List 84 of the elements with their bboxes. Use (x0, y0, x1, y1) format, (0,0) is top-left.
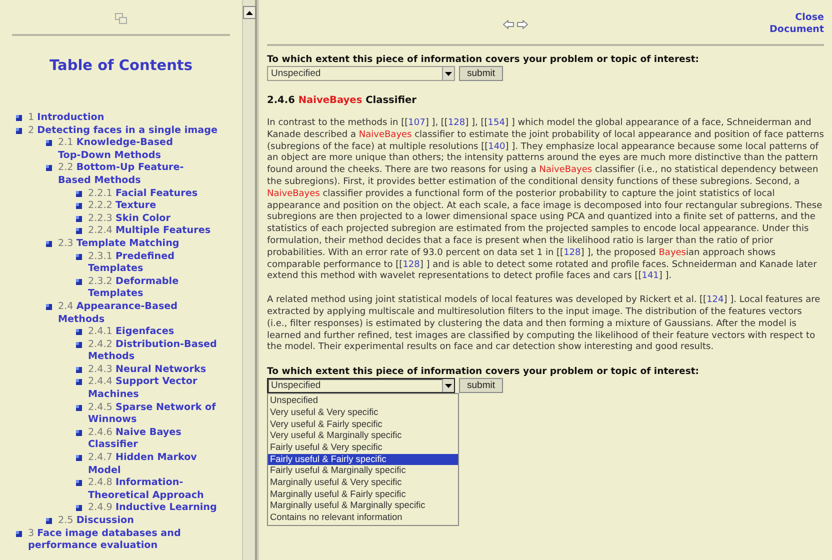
bullet-icon (16, 530, 22, 537)
caret-icon (445, 72, 452, 76)
bullet-icon (46, 240, 52, 247)
toc-title: Table of Contents (48, 58, 194, 74)
rating-select[interactable]: Unspecified (267, 66, 455, 81)
dropdown-option[interactable]: Marginally useful & Fairly specific (268, 488, 458, 500)
toc-link[interactable]: 2.3 Template Matching (58, 238, 180, 251)
bullet-icon (46, 304, 52, 310)
toc-link[interactable]: 2.5 Discussion (58, 515, 134, 528)
forward-arrow-icon[interactable] (517, 20, 528, 28)
bullet-icon (76, 228, 82, 234)
bullet-icon (76, 366, 82, 373)
reference-link[interactable]: 141 (642, 271, 659, 282)
toc-link[interactable]: 2.4.4 Support Vector Machines (88, 376, 226, 402)
toc-link[interactable]: 2.2.2 Texture (88, 200, 156, 213)
reference-link[interactable]: 124 (706, 295, 724, 306)
section-heading: 2.4.6 NaiveBayes Classifier (267, 95, 418, 106)
dropdown-option[interactable]: Unspecified (268, 395, 458, 407)
dropdown-option[interactable]: Contains no relevant information (268, 512, 458, 524)
scrollbar[interactable] (242, 0, 257, 560)
reference-link[interactable]: 140 (488, 142, 506, 152)
rating-select[interactable]: Unspecified (267, 378, 455, 394)
dropdown-option[interactable]: Very useful & Very specific (268, 406, 458, 419)
bullet-icon (76, 216, 82, 222)
reference-link[interactable]: 154 (488, 118, 505, 128)
reference-link[interactable]: 128 (564, 248, 581, 258)
toc-link[interactable]: 1 Introduction (28, 112, 104, 125)
toc-link[interactable]: 2.3.2 Deformable Templates (88, 276, 226, 301)
toc-link[interactable]: 2.2 Bottom-Up Feature-Based Methods (58, 162, 186, 188)
bullet-icon (76, 404, 82, 411)
bullet-icon (76, 254, 82, 260)
toc-link[interactable]: 2.4.6 Naive Bayes Classifier (88, 426, 226, 452)
toc-link[interactable]: 2.1 Knowledge-Based Top-Down Methods (58, 137, 186, 162)
dropdown-option[interactable]: Marginally useful & Very specific (268, 477, 458, 489)
bullet-icon (76, 190, 82, 197)
bullet-icon (46, 165, 52, 172)
bullet-icon (76, 342, 82, 348)
bullet-icon (16, 115, 22, 121)
reference-link[interactable]: 128 (448, 118, 466, 128)
bullet-icon (46, 140, 52, 146)
toc-link[interactable]: 2.4.1 Eigenfaces (88, 326, 174, 339)
bullet-icon (76, 455, 82, 462)
pages-icon (115, 12, 127, 24)
reference-link[interactable]: 128 (402, 260, 420, 270)
bullet-icon (76, 278, 82, 285)
dropdown-option[interactable]: Fairly useful & Fairly specific (268, 454, 458, 466)
up-arrow-icon (246, 10, 253, 14)
bullet-icon (16, 128, 22, 134)
scroll-up-button[interactable] (243, 6, 256, 19)
bullet-icon (76, 480, 82, 486)
caret-icon (445, 384, 452, 388)
toc-link[interactable]: 2.4.3 Neural Networks (88, 364, 206, 376)
close-document-link[interactable]: Close Document (764, 12, 824, 36)
rating-question: To which extent this piece of information covers your problem or topic of interest: (267, 54, 700, 66)
paragraph: In contrast to the methods in [[107] ], [[128] ], [[154] ] which model the global appearance of a face, Schneiderman and Kanade described a NaiveBayes classifier to estimate the joint probability of local appearance and position of face patterns (subregions of the face) at multiple resolutions [[140] ]. They emphasize local appearance because some local patterns of an object are more unique than others; the intensity patterns around the eyes are much more distinctive than the pattern found around the cheeks. There are two reasons for using a NaiveBayes classifier (i.e., no statistical dependency between the subregions). First, it provides better estimation of the conditional density functions of these subregions. Second, a NaiveBayes classifier provides a functional form of the posterior probability to capture the joint statistics of local appearance and position on the object. At each scale, a face image is decomposed into four rectangular subregions. These subregions are then projected to a lower dimensional space using PCA and quantized into a finite set of patterns, and the statistics of each projected subregion are estimated from the projected samples to encode local appearance. Under this formulation, their method decides that a face is present when the likelihood ratio is larger than the ratio of prior probabilities. With an error rate of 93.0 percent on data set 1 in [[128] ], the proposed Bayesian approach shows comparable performance to [[128] ] and is able to detect some rotated and profile faces. Schneiderman and Kanade later extend this method with wavelet representations to detect profile faces and cars [[141] ]. (267, 118, 824, 284)
toc-link[interactable]: 2.4 Appearance-Based Methods (58, 300, 186, 326)
dropdown-option[interactable]: Very useful & Marginally specific (268, 430, 458, 442)
back-arrow-icon[interactable] (503, 20, 514, 28)
bullet-icon (76, 379, 82, 386)
toc-link[interactable]: 2.2.4 Multiple Features (88, 225, 211, 238)
submit-button[interactable]: submit (459, 378, 503, 394)
toc-link[interactable]: 3 Face image databases and performance evaluation (28, 528, 230, 553)
submit-button[interactable]: submit (459, 66, 503, 81)
bullet-icon (76, 430, 82, 436)
bullet-icon (46, 518, 52, 524)
toc-link[interactable]: 2.4.7 Hidden Markov Model (88, 452, 226, 478)
dropdown-option[interactable]: Fairly useful & Marginally specific (268, 465, 458, 478)
toc-link[interactable]: 2.4.5 Sparse Network of Winnows (88, 402, 226, 427)
reference-link[interactable]: 107 (408, 118, 426, 128)
dropdown-option[interactable]: Marginally useful & Marginally specific (268, 500, 458, 512)
bullet-icon (76, 505, 82, 512)
bullet-icon (76, 203, 82, 210)
rating-question: To which extent this piece of information covers your problem or topic of interest: (267, 366, 700, 378)
toc-link[interactable]: 2.4.9 Inductive Learning (88, 502, 217, 515)
toc-link[interactable]: 2.3.1 Predefined Templates (88, 250, 226, 276)
paragraph: A related method using joint statistical models of local features was developed by Rickert et al. [[124] ]. Local features are extracted by applying multiscale and multiresolution filters to the input image. The distribution of the features vectors (i.e., filter responses) is estimated by clustering the data and then forming a mixture of Gaussians. After the model is learned and further refined, test images are classified by computing the likelihood of their feature vectors with respect to the model. Their experimental results on face and car detection show interesting and good results. (267, 295, 822, 354)
toc-link[interactable]: 2 Detecting faces in a single image (28, 124, 218, 138)
toc-link[interactable]: 2.2.3 Skin Color (88, 212, 170, 226)
toc-link[interactable]: 2.4.2 Distribution-Based Methods (88, 338, 226, 364)
toc-link[interactable]: 2.4.8 Information-Theoretical Approach (88, 477, 226, 502)
bullet-icon (76, 329, 82, 336)
dropdown-option[interactable]: Very useful & Fairly specific (268, 418, 458, 430)
dropdown-option[interactable]: Fairly useful & Very specific (268, 442, 458, 454)
toc-link[interactable]: 2.2.1 Facial Features (88, 188, 198, 200)
